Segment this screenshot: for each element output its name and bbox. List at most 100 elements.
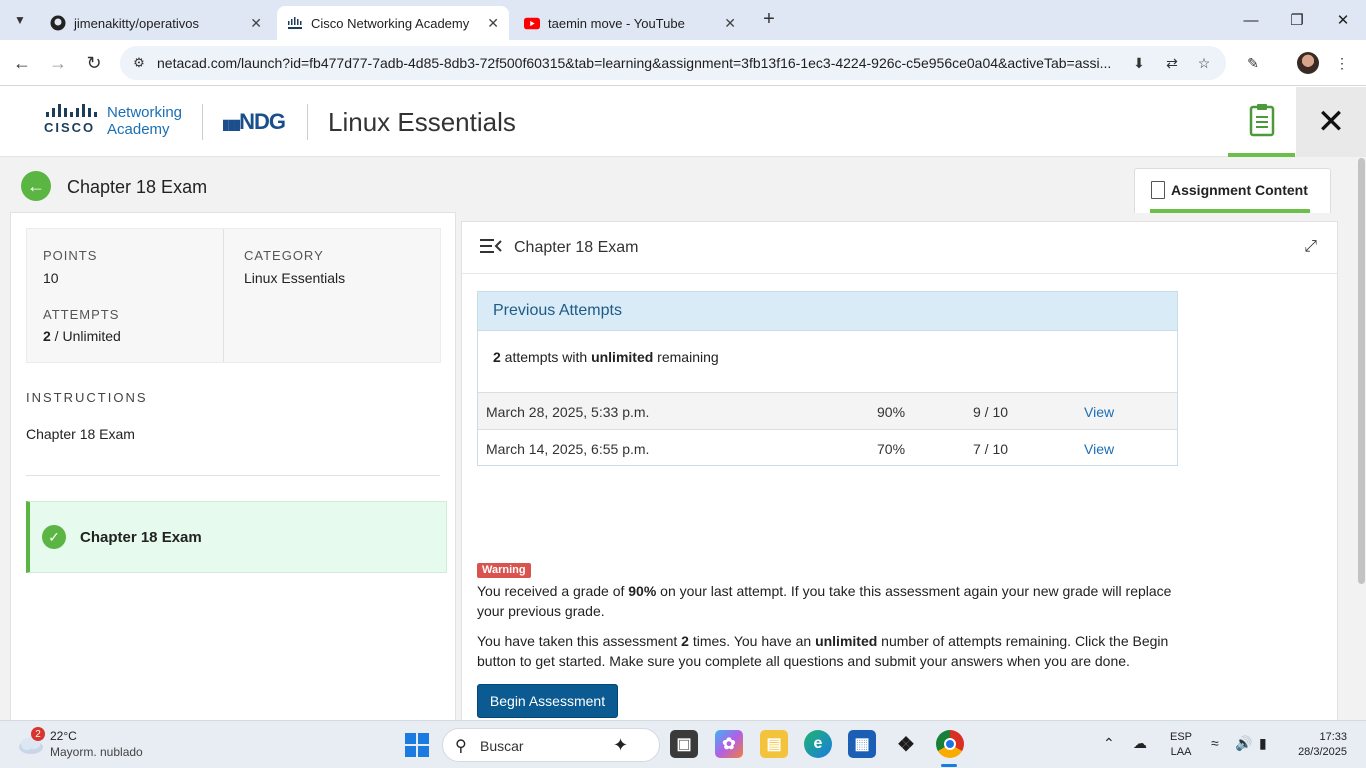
- begin-assessment-button[interactable]: Begin Assessment: [477, 684, 618, 718]
- copilot-icon[interactable]: ✿: [715, 730, 743, 758]
- reload-icon[interactable]: ↻: [81, 50, 107, 76]
- points-value: 10: [43, 270, 59, 286]
- cisco-logo[interactable]: CISCO: [44, 103, 104, 139]
- content-title: Chapter 18 Exam: [514, 239, 639, 256]
- extensions-icon[interactable]: ✎: [1242, 53, 1264, 73]
- onedrive-icon[interactable]: ☁: [1133, 735, 1147, 752]
- assignment-info-box: POINTS 10 ATTEMPTS 2 / Unlimited CATEGOR…: [26, 228, 441, 363]
- tab-youtube[interactable]: taemin move - YouTube ✕: [514, 6, 746, 40]
- lang-line2: LAA: [1170, 746, 1192, 758]
- brand-line2: Academy: [107, 121, 170, 138]
- unlimited-text: unlimited: [815, 633, 878, 649]
- ndg-logo: ▮▮▮NDG: [222, 109, 286, 135]
- weather-description: Mayorm. nublado: [50, 745, 143, 759]
- tab-github[interactable]: jimenakitty/operativos ✕: [40, 6, 272, 40]
- tab-search-icon[interactable]: ▼: [8, 8, 32, 32]
- grade-warning-text: You received a grade of 90% on your last…: [477, 581, 1177, 621]
- attempts-value: 2 / Unlimited: [43, 328, 121, 344]
- ndg-bars-icon: ▮▮▮: [222, 116, 241, 132]
- file-explorer-icon[interactable]: ▤: [760, 730, 788, 758]
- clock-date: 28/3/2025: [1298, 746, 1347, 758]
- store-icon[interactable]: ▦: [848, 730, 876, 758]
- previous-attempts-heading: Previous Attempts: [478, 292, 1177, 331]
- address-bar: ← → ↻ ⚙ netacad.com/launch?id=fb477d77-7…: [0, 40, 1366, 86]
- bookmark-star-icon[interactable]: ☆: [1193, 53, 1215, 73]
- search-highlight-icon: ✦: [613, 735, 629, 755]
- collapse-menu-icon[interactable]: [480, 238, 504, 258]
- checkmark-icon: ✓: [42, 525, 66, 549]
- minimize-icon[interactable]: —: [1228, 0, 1274, 40]
- summary-bold: unlimited: [591, 349, 654, 365]
- attempt-score: 7 / 10: [973, 441, 1009, 457]
- expand-icon[interactable]: ⤢: [1304, 238, 1317, 256]
- networking-academy-text: Networking Academy: [107, 104, 182, 138]
- taskbar-search[interactable]: ⚲ Buscar ✦: [442, 728, 660, 762]
- active-tab-underline: [1150, 209, 1310, 213]
- tab-title: jimenakitty/operativos: [74, 15, 199, 31]
- text-part: times. You have an: [688, 633, 816, 649]
- battery-icon[interactable]: ▮: [1259, 735, 1267, 752]
- tab-close-icon[interactable]: ✕: [724, 15, 736, 32]
- category-label: CATEGORY: [244, 248, 324, 263]
- active-app-indicator: [941, 764, 957, 767]
- attempts-rest: / Unlimited: [50, 328, 121, 344]
- tab-label: Assignment Content: [1171, 182, 1308, 198]
- document-icon: [1151, 181, 1165, 199]
- weather-temperature: 22°C: [50, 729, 77, 743]
- window-close-icon[interactable]: ✕: [1320, 0, 1366, 40]
- new-tab-button[interactable]: +: [758, 8, 780, 32]
- tab-cisco[interactable]: Cisco Networking Academy ✕: [277, 6, 509, 40]
- attempts-count: 2: [43, 328, 51, 344]
- tab-title: Cisco Networking Academy: [311, 15, 470, 31]
- url-field[interactable]: ⚙ netacad.com/launch?id=fb477d77-7adb-4d…: [120, 46, 1226, 80]
- back-arrow-icon[interactable]: ←: [9, 50, 35, 76]
- close-launch-icon[interactable]: ✕: [1296, 87, 1366, 157]
- clipboard-icon[interactable]: [1228, 87, 1295, 157]
- search-icon: ⚲: [455, 738, 467, 755]
- chrome-icon[interactable]: [936, 730, 964, 758]
- divider: [202, 104, 203, 140]
- divider: [223, 229, 224, 362]
- view-attempt-link[interactable]: View: [1084, 404, 1114, 420]
- view-attempt-link[interactable]: View: [1084, 441, 1114, 457]
- last-grade: 90%: [628, 583, 657, 599]
- site-settings-icon[interactable]: ⚙: [130, 54, 148, 72]
- tab-close-icon[interactable]: ✕: [250, 15, 262, 32]
- youtube-icon: [524, 15, 540, 31]
- forward-arrow-icon[interactable]: →: [45, 50, 71, 76]
- attempt-percent: 70%: [877, 441, 906, 457]
- browser-menu-icon[interactable]: ⋮: [1331, 53, 1353, 73]
- volume-icon[interactable]: 🔊: [1235, 735, 1252, 752]
- scrollbar-thumb[interactable]: [1358, 158, 1365, 584]
- tab-close-icon[interactable]: ✕: [487, 15, 499, 32]
- attempt-row: March 28, 2025, 5:33 p.m. 90% 9 / 10 Vie…: [478, 392, 1177, 429]
- tab-assignment-content[interactable]: Assignment Content: [1134, 168, 1331, 213]
- install-app-icon[interactable]: ⬇: [1128, 53, 1150, 73]
- attempt-date: March 28, 2025, 5:33 p.m.: [486, 404, 650, 420]
- back-circle-icon[interactable]: ←: [21, 171, 51, 201]
- edge-icon[interactable]: e: [804, 730, 832, 758]
- windows-start-icon[interactable]: [405, 733, 429, 757]
- tab-title: taemin move - YouTube: [548, 15, 685, 31]
- restore-icon[interactable]: ❐: [1274, 0, 1320, 40]
- translate-icon[interactable]: ⇄: [1161, 53, 1183, 73]
- github-icon: [50, 15, 66, 31]
- text-part: You have taken this assessment: [477, 633, 682, 649]
- chevron-up-icon[interactable]: ⌃: [1103, 735, 1115, 752]
- page-title: Chapter 18 Exam: [67, 177, 208, 197]
- exam-item-card[interactable]: ✓ Chapter 18 Exam: [26, 501, 447, 573]
- system-clock[interactable]: 17:33 28/3/2025: [1285, 730, 1347, 760]
- attempt-percent: 90%: [877, 404, 906, 420]
- input-language[interactable]: ESP LAA: [1170, 730, 1192, 760]
- content-header: Chapter 18 Exam ⤢: [462, 222, 1337, 274]
- previous-attempts-box: Previous Attempts 2 attempts with unlimi…: [477, 291, 1178, 466]
- attempts-info-text: You have taken this assessment 2 times. …: [477, 631, 1177, 671]
- summary-mid: attempts with: [500, 349, 592, 365]
- wifi-icon[interactable]: ≈: [1211, 735, 1219, 751]
- task-view-icon[interactable]: ▣: [670, 730, 698, 758]
- dropbox-icon[interactable]: ❖: [892, 730, 920, 758]
- assignment-content-panel: Chapter 18 Exam ⤢ Previous Attempts 2 at…: [461, 221, 1338, 741]
- page-scrollbar[interactable]: [1357, 157, 1366, 720]
- profile-avatar[interactable]: [1297, 52, 1319, 74]
- brand-line1: Networking: [107, 104, 183, 121]
